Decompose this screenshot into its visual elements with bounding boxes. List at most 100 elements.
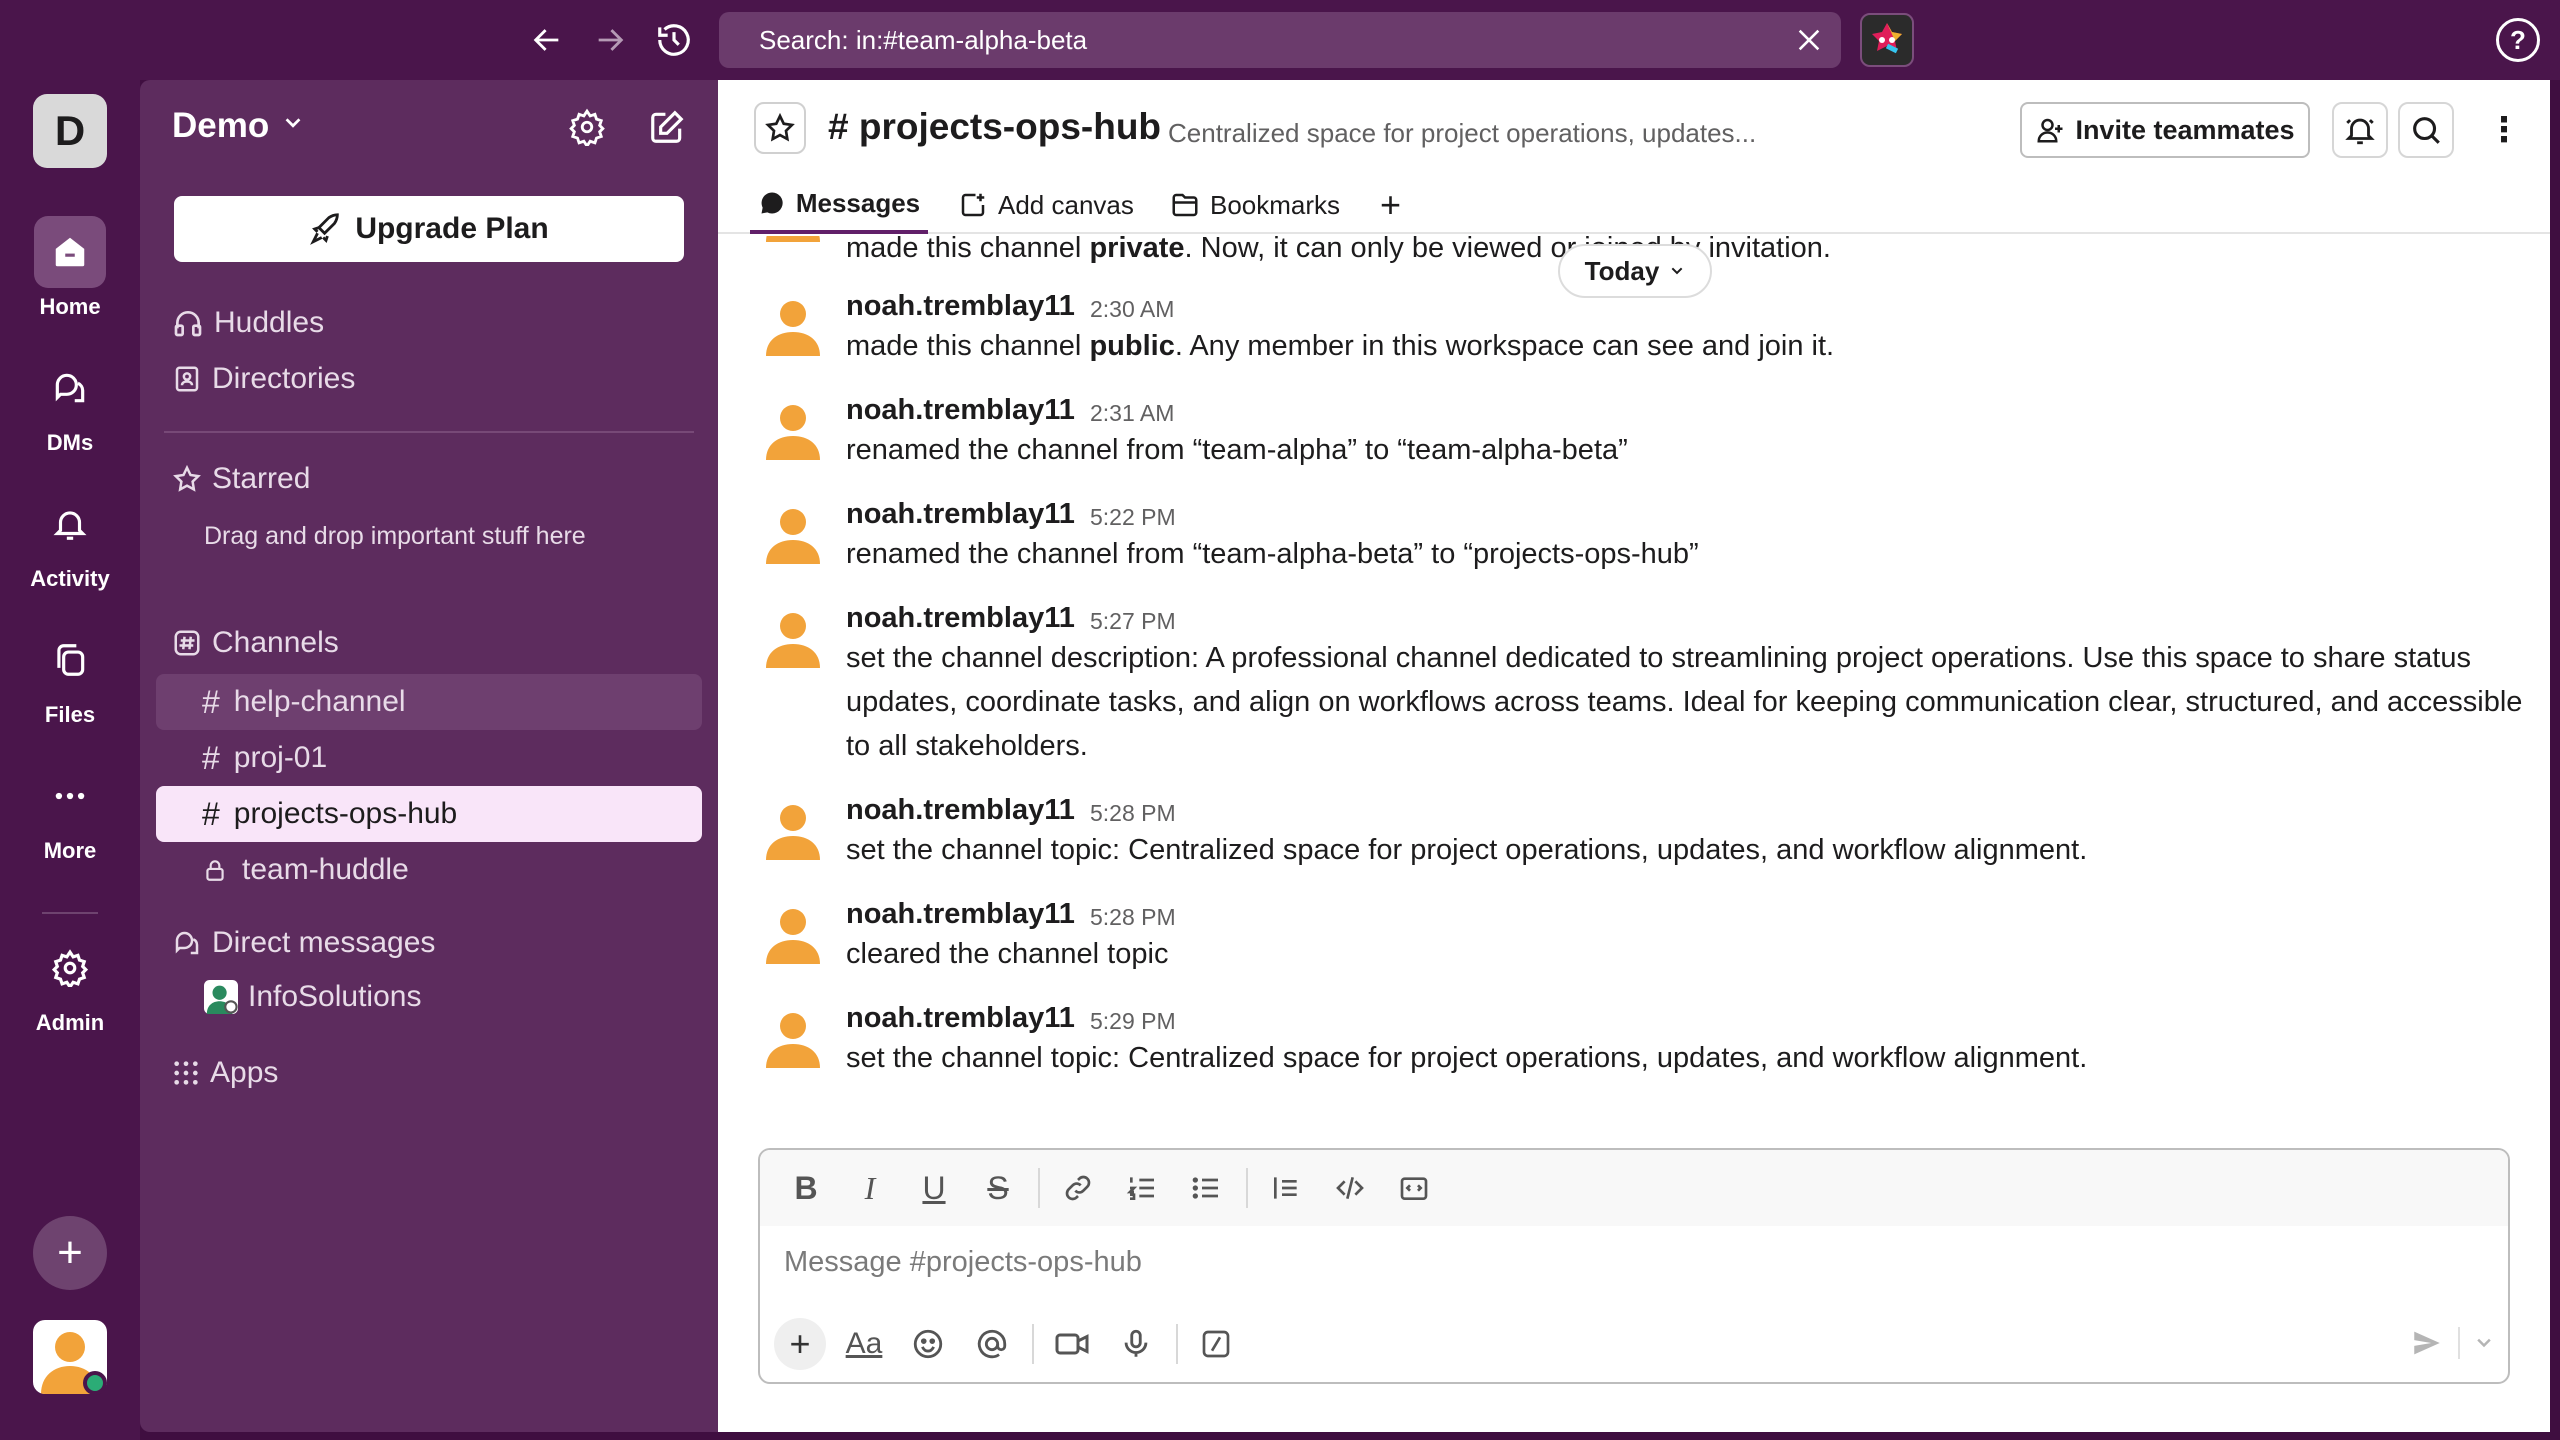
sidebar-item-team-huddle[interactable]: team-huddle (156, 842, 702, 898)
rail-item-more[interactable]: More (0, 760, 140, 864)
send-icon[interactable] (2410, 1326, 2444, 1360)
sidebar-item-huddles[interactable]: Huddles (172, 306, 324, 340)
more-options-icon[interactable]: ⋮ (2484, 110, 2524, 150)
canvas-icon (961, 193, 985, 217)
compose-icon[interactable] (642, 102, 692, 152)
message-timestamp[interactable]: 5:27 PM (1090, 608, 1176, 635)
channel-title[interactable]: # projects-ops-hub (828, 106, 1161, 148)
message-author[interactable]: noah.tremblay11 (846, 394, 1075, 427)
workspace-name[interactable]: Demo (172, 106, 269, 146)
rail-item-home[interactable]: Home (0, 216, 140, 320)
history-icon[interactable] (650, 16, 698, 64)
message-timestamp[interactable]: 5:28 PM (1090, 800, 1176, 827)
upgrade-plan-button[interactable]: Upgrade Plan (174, 196, 684, 262)
add-attachment-button[interactable]: + (774, 1318, 826, 1370)
link-icon[interactable] (1052, 1162, 1104, 1214)
message-author[interactable]: noah.tremblay11 (846, 1002, 1075, 1035)
video-icon[interactable] (1046, 1318, 1098, 1370)
date-divider-pill[interactable]: Today (1558, 244, 1712, 298)
sidebar-item-infosolutions[interactable]: InfoSolutions (204, 980, 421, 1014)
message-author[interactable]: noah.tremblay11 (846, 602, 1075, 635)
forward-arrow-icon[interactable] (586, 16, 634, 64)
bot-avatar-icon (204, 980, 238, 1014)
search-icon[interactable] (2398, 102, 2454, 158)
sidebar-item-help-channel[interactable]: # help-channel (156, 674, 702, 730)
invite-label: Invite teammates (2075, 114, 2295, 145)
sidebar-section-direct-messages[interactable]: Direct messages (172, 926, 435, 960)
invite-teammates-button[interactable]: Invite teammates (2020, 102, 2310, 158)
notification-bell-icon[interactable] (2332, 102, 2388, 158)
schedule-chevron-icon[interactable] (2474, 1333, 2494, 1353)
shortcuts-icon[interactable] (1190, 1318, 1242, 1370)
directory-icon (175, 366, 199, 392)
star-channel-icon[interactable] (754, 102, 806, 154)
rail-item-dms[interactable]: DMs (0, 352, 140, 456)
microphone-icon[interactable] (1110, 1318, 1162, 1370)
settings-gear-icon[interactable] (562, 102, 612, 152)
sidebar-item-directories[interactable]: Directories (172, 362, 355, 396)
sidebar-section-starred[interactable]: Starred (172, 462, 310, 496)
bulleted-list-icon[interactable] (1180, 1162, 1232, 1214)
search-input[interactable]: Search: in:#team-alpha-beta (719, 12, 1841, 68)
strikethrough-icon[interactable]: S (972, 1162, 1024, 1214)
rail-item-files[interactable]: Files (0, 624, 140, 728)
message-timestamp[interactable]: 2:31 AM (1090, 400, 1174, 427)
tab-bookmarks[interactable]: Bookmarks (1170, 176, 1340, 234)
tab-messages[interactable]: Messages (750, 176, 928, 234)
add-tab-button[interactable]: + (1380, 176, 1401, 234)
message-timestamp[interactable]: 2:30 AM (1090, 296, 1174, 323)
code-block-icon[interactable] (1388, 1162, 1440, 1214)
avatar[interactable] (758, 602, 828, 672)
upgrade-plan-label: Upgrade Plan (355, 212, 549, 245)
message-author[interactable]: noah.tremblay11 (846, 290, 1075, 323)
message-author[interactable]: noah.tremblay11 (846, 898, 1075, 931)
back-arrow-icon[interactable] (523, 16, 571, 64)
avatar[interactable] (758, 394, 828, 464)
home-icon (34, 216, 106, 288)
message-timestamp[interactable]: 5:28 PM (1090, 904, 1176, 931)
sidebar-item-apps[interactable]: Apps (172, 1056, 278, 1090)
numbered-list-icon[interactable] (1116, 1162, 1168, 1214)
ai-assistant-icon[interactable] (1860, 13, 1914, 67)
bold-icon[interactable]: B (780, 1162, 832, 1214)
message-author[interactable]: noah.tremblay11 (846, 498, 1075, 531)
sidebar-section-channels[interactable]: Channels (172, 626, 339, 660)
send-divider (2458, 1327, 2460, 1359)
rail-item-admin[interactable]: Admin (0, 932, 140, 1036)
avatar[interactable] (758, 794, 828, 864)
workspace-rail: D Home DMs Activity Files More Admin + (0, 80, 140, 1440)
blockquote-icon[interactable] (1260, 1162, 1312, 1214)
workspace-avatar[interactable]: D (33, 94, 107, 168)
send-controls (2410, 1326, 2494, 1360)
channel-description[interactable]: Centralized space for project operations… (1168, 118, 1756, 149)
mention-icon[interactable] (966, 1318, 1018, 1370)
underline-icon[interactable]: U (908, 1162, 960, 1214)
message-timestamp[interactable]: 5:22 PM (1090, 504, 1176, 531)
help-icon[interactable]: ? (2496, 18, 2540, 62)
chevron-down-icon[interactable] (282, 112, 304, 134)
avatar[interactable] (758, 898, 828, 968)
workspace-initial: D (54, 107, 86, 154)
italic-icon[interactable]: I (844, 1162, 896, 1214)
avatar[interactable] (758, 1002, 828, 1072)
tab-add-canvas[interactable]: Add canvas (958, 176, 1134, 234)
sidebar-item-proj-01[interactable]: # proj-01 (156, 730, 702, 786)
add-workspace-button[interactable]: + (33, 1216, 107, 1290)
avatar[interactable] (758, 290, 828, 360)
message-input[interactable]: Message #projects-ops-hub (784, 1246, 1142, 1279)
rail-item-activity[interactable]: Activity (0, 488, 140, 592)
message-text: renamed the channel from “team-alpha-bet… (846, 538, 1699, 570)
message-timestamp[interactable]: 5:29 PM (1090, 1008, 1176, 1035)
rail-divider (42, 912, 98, 914)
avatar[interactable] (758, 498, 828, 568)
close-icon[interactable] (1787, 18, 1831, 62)
message-text: set the channel description: A professio… (846, 642, 2523, 762)
formatting-toolbar: B I U S (760, 1150, 2508, 1226)
sidebar-item-projects-ops-hub[interactable]: # projects-ops-hub (156, 786, 702, 842)
avatar[interactable] (758, 236, 828, 246)
sidebar-section-label: Channels (212, 626, 339, 659)
text-format-icon[interactable]: Aa (838, 1318, 890, 1370)
message-author[interactable]: noah.tremblay11 (846, 794, 1075, 827)
emoji-icon[interactable] (902, 1318, 954, 1370)
code-icon[interactable] (1324, 1162, 1376, 1214)
